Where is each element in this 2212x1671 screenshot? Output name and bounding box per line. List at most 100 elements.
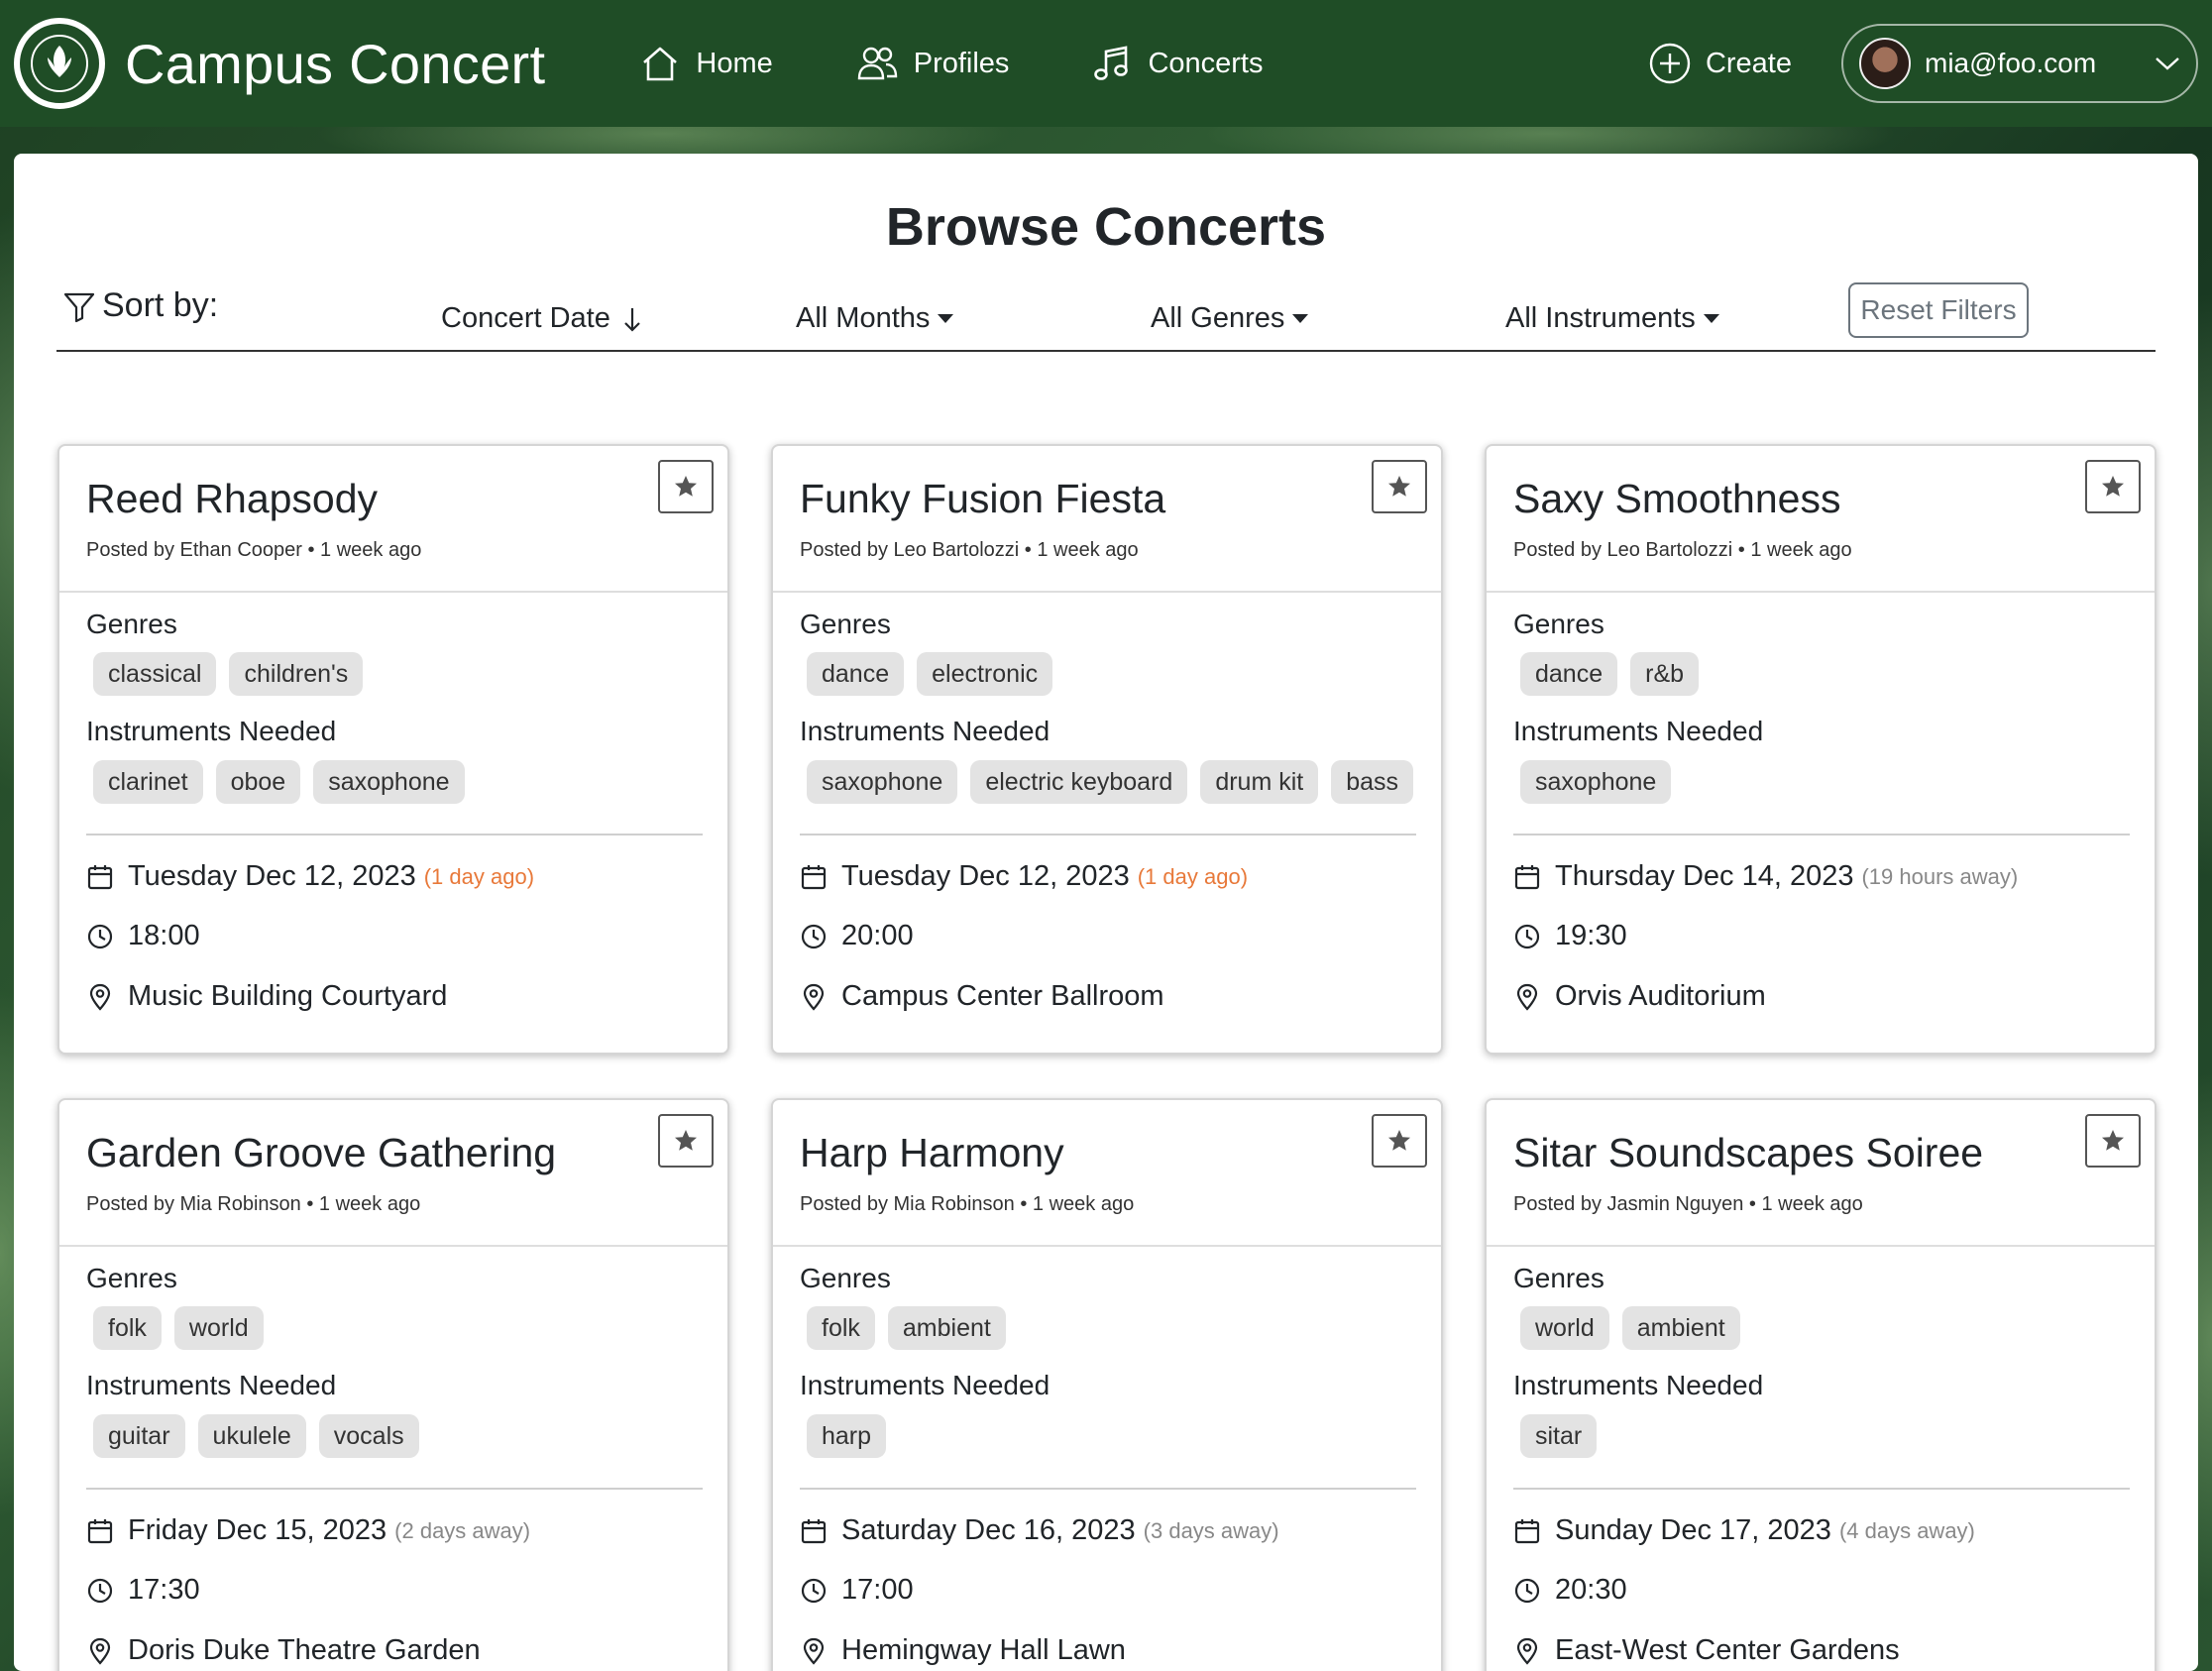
instrument-tag[interactable]: guitar: [93, 1414, 185, 1458]
genres-heading: Genres: [800, 609, 891, 639]
favorite-button[interactable]: [658, 460, 714, 513]
months-dropdown[interactable]: All Months: [796, 302, 954, 335]
filter-funnel-icon: [63, 292, 95, 322]
card-header: Funky Fusion Fiesta Posted by Leo Bartol…: [773, 446, 1441, 593]
arrow-down-icon: [624, 307, 640, 332]
location-pin-icon: [1516, 983, 1538, 1011]
caret-down-icon: [1292, 314, 1309, 323]
concert-card[interactable]: Reed Rhapsody Posted by Ethan Cooper • 1…: [57, 444, 729, 1055]
concert-title[interactable]: Reed Rhapsody: [86, 476, 378, 522]
relative-date: (3 days away): [1143, 1517, 1279, 1543]
genre-tag[interactable]: children's: [229, 652, 364, 696]
card-header: Reed Rhapsody Posted by Ethan Cooper • 1…: [59, 446, 727, 593]
nav-profiles[interactable]: Profiles: [856, 46, 1009, 81]
instrument-tag[interactable]: oboe: [215, 760, 301, 804]
genre-tag[interactable]: folk: [807, 1306, 875, 1350]
calendar-icon: [87, 864, 113, 889]
concert-date: Friday Dec 15, 2023: [128, 1514, 387, 1546]
concert-title[interactable]: Saxy Smoothness: [1513, 476, 1840, 522]
instrument-tag[interactable]: harp: [807, 1414, 887, 1458]
location-pin-icon: [1516, 1637, 1538, 1665]
genres-heading: Genres: [86, 609, 177, 639]
instrument-tag[interactable]: electric keyboard: [970, 760, 1188, 804]
divider: [1513, 1488, 2130, 1490]
instrument-tag[interactable]: drum kit: [1200, 760, 1319, 804]
instruments-label: All Instruments: [1505, 302, 1696, 334]
relative-date: (1 day ago): [423, 863, 535, 889]
genre-tag[interactable]: ambient: [887, 1306, 1006, 1350]
nav-concerts[interactable]: Concerts: [1092, 44, 1263, 83]
favorite-button[interactable]: [2085, 1114, 2141, 1168]
genre-tags: folk world: [93, 1306, 276, 1350]
genre-tags: folk ambient: [807, 1306, 1019, 1350]
instrument-tag[interactable]: ukulele: [197, 1414, 306, 1458]
nav-home[interactable]: Home: [640, 45, 773, 82]
posted-by: Posted by Mia Robinson • 1 week ago: [800, 1193, 1135, 1215]
relative-date: (2 days away): [394, 1517, 531, 1543]
concert-location-row: Hemingway Hall Lawn: [800, 1634, 1126, 1667]
genre-tag[interactable]: r&b: [1630, 652, 1700, 696]
concert-card[interactable]: Sitar Soundscapes Soiree Posted by Jasmi…: [1485, 1098, 2157, 1671]
nav-concerts-label: Concerts: [1148, 47, 1264, 79]
concert-card[interactable]: Garden Groove Gathering Posted by Mia Ro…: [57, 1098, 729, 1671]
genre-tag[interactable]: electronic: [917, 652, 1053, 696]
instrument-tags: saxophone electric keyboard drum kit bass: [807, 760, 1426, 804]
instrument-tag[interactable]: saxophone: [1520, 760, 1672, 804]
sort-concert-date[interactable]: Concert Date: [441, 302, 644, 335]
concert-card[interactable]: Harp Harmony Posted by Mia Robinson • 1 …: [771, 1098, 1443, 1671]
concert-location-row: Orvis Auditorium: [1513, 980, 1766, 1013]
instrument-tag[interactable]: sitar: [1520, 1414, 1598, 1458]
genres-dropdown[interactable]: All Genres: [1151, 302, 1309, 335]
concert-title[interactable]: Sitar Soundscapes Soiree: [1513, 1130, 1983, 1176]
instrument-tag[interactable]: vocals: [318, 1414, 419, 1458]
create-button[interactable]: Create: [1648, 42, 1792, 85]
relative-date: (4 days away): [1838, 1517, 1975, 1543]
calendar-icon: [1514, 864, 1540, 889]
genre-tag[interactable]: folk: [93, 1306, 162, 1350]
concert-card[interactable]: Saxy Smoothness Posted by Leo Bartolozzi…: [1485, 444, 2157, 1055]
instruments-dropdown[interactable]: All Instruments: [1505, 302, 1719, 335]
concert-card[interactable]: Funky Fusion Fiesta Posted by Leo Bartol…: [771, 444, 1443, 1055]
favorite-button[interactable]: [2085, 460, 2141, 513]
brand[interactable]: Campus Concert: [14, 18, 545, 109]
sort-by-label: Sort by:: [62, 286, 218, 325]
concert-location: Doris Duke Theatre Garden: [128, 1634, 481, 1666]
instruments-heading: Instruments Needed: [800, 1370, 1051, 1400]
favorite-button[interactable]: [658, 1114, 714, 1168]
favorite-button[interactable]: [1372, 460, 1427, 513]
genre-tag[interactable]: world: [173, 1306, 264, 1350]
instrument-tag[interactable]: clarinet: [93, 760, 203, 804]
concert-time: 20:00: [841, 920, 914, 951]
instruments-heading: Instruments Needed: [800, 716, 1051, 746]
genre-tag[interactable]: dance: [1520, 652, 1618, 696]
genres-heading: Genres: [86, 1263, 177, 1293]
navbar: Campus Concert Home Profiles Concerts Cr…: [0, 0, 2212, 127]
user-menu-dropdown[interactable]: mia@foo.com: [1841, 24, 2198, 103]
instrument-tag[interactable]: saxophone: [313, 760, 465, 804]
concert-time: 20:30: [1555, 1574, 1627, 1606]
clock-icon: [801, 1578, 827, 1603]
concert-time-row: 20:00: [800, 920, 914, 952]
genres-heading: Genres: [1513, 1263, 1604, 1293]
genre-tags: dance electronic: [807, 652, 1065, 696]
location-pin-icon: [89, 983, 111, 1011]
divider: [1513, 834, 2130, 836]
concert-date: Tuesday Dec 12, 2023: [841, 860, 1130, 892]
instruments-heading: Instruments Needed: [86, 1370, 337, 1400]
genre-tag[interactable]: classical: [93, 652, 217, 696]
genre-tag[interactable]: dance: [807, 652, 905, 696]
reset-filters-button[interactable]: Reset Filters: [1848, 282, 2029, 338]
genre-tag[interactable]: ambient: [1621, 1306, 1740, 1350]
genre-tag[interactable]: world: [1520, 1306, 1609, 1350]
concert-time-row: 19:30: [1513, 920, 1627, 952]
concert-title[interactable]: Funky Fusion Fiesta: [800, 476, 1165, 522]
concert-location: East-West Center Gardens: [1555, 1634, 1900, 1666]
concert-title[interactable]: Harp Harmony: [800, 1130, 1064, 1176]
instrument-tag[interactable]: saxophone: [807, 760, 958, 804]
relative-date: (1 day ago): [1137, 863, 1249, 889]
concert-date-row: Friday Dec 15, 2023 (2 days away): [86, 1514, 530, 1547]
instrument-tag[interactable]: bass: [1331, 760, 1414, 804]
concert-title[interactable]: Garden Groove Gathering: [86, 1130, 556, 1176]
favorite-button[interactable]: [1372, 1114, 1427, 1168]
concert-date-row: Saturday Dec 16, 2023 (3 days away): [800, 1514, 1279, 1547]
